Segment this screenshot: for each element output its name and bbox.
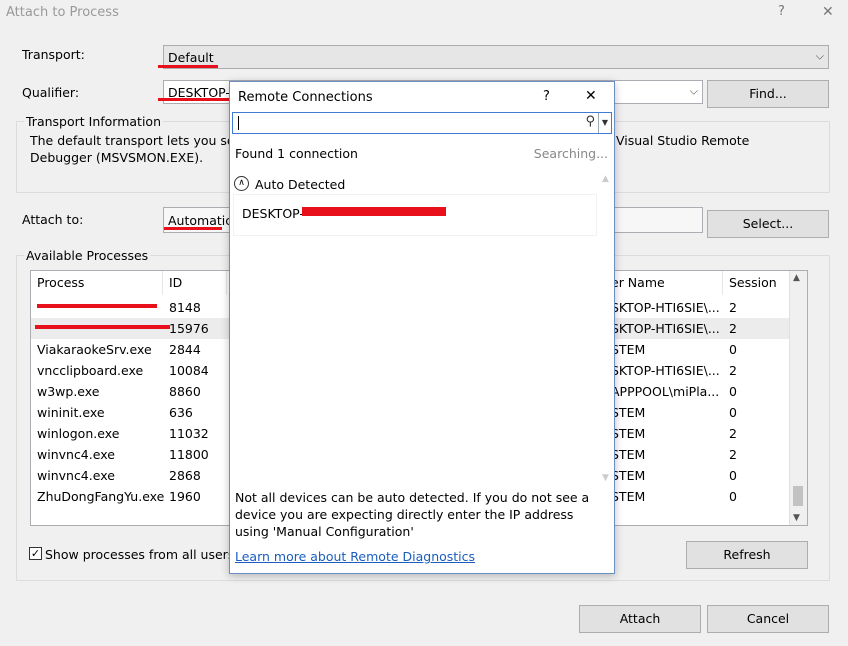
- process-user: STEM: [611, 405, 646, 420]
- scroll-thumb[interactable]: [793, 486, 803, 506]
- close-icon[interactable]: ✕: [822, 4, 834, 20]
- process-user: STEM: [611, 489, 646, 504]
- process-session: 0: [729, 489, 737, 504]
- select-button[interactable]: Select...: [707, 210, 829, 238]
- process-id: 8148: [169, 300, 201, 315]
- process-id: 11800: [169, 447, 209, 462]
- red-annotation: [302, 207, 446, 216]
- process-user: SKTOP-HTI6SIE\...: [611, 363, 720, 378]
- show-all-users-label[interactable]: Show processes from all users: [45, 547, 234, 562]
- process-session: 0: [729, 468, 737, 483]
- refresh-button[interactable]: Refresh: [686, 541, 808, 569]
- attach-to-value: Automatic:: [168, 212, 237, 228]
- process-session: 0: [729, 405, 737, 420]
- search-icon[interactable]: ⚲: [585, 114, 595, 129]
- connection-name: DESKTOP-: [242, 206, 304, 221]
- learn-more-link[interactable]: Learn more about Remote Diagnostics: [235, 549, 475, 564]
- process-id: 1960: [169, 489, 201, 504]
- process-id: 2868: [169, 468, 201, 483]
- close-icon[interactable]: ✕: [585, 88, 597, 104]
- process-name: ViakaraokeSrv.exe: [37, 342, 152, 357]
- scroll-up-icon[interactable]: ▲: [793, 273, 800, 283]
- process-session: 2: [729, 363, 737, 378]
- transport-select[interactable]: Default ⌵: [163, 45, 829, 69]
- red-annotation: [158, 65, 218, 68]
- column-header-session[interactable]: Session: [723, 271, 791, 295]
- column-header-id[interactable]: ID: [163, 271, 227, 295]
- process-name: wininit.exe: [37, 405, 105, 420]
- process-session: 0: [729, 342, 737, 357]
- red-annotation: [158, 98, 230, 101]
- scroll-down-icon[interactable]: ▼: [602, 473, 609, 483]
- scroll-up-icon[interactable]: ▲: [602, 174, 609, 184]
- red-annotation: [37, 304, 157, 308]
- find-button[interactable]: Find...: [707, 80, 829, 108]
- process-session: 2: [729, 426, 737, 441]
- process-session: 2: [729, 321, 737, 336]
- red-annotation: [35, 325, 170, 329]
- chevron-down-icon[interactable]: ▼: [598, 113, 611, 133]
- process-name: winvnc4.exe: [37, 468, 115, 483]
- collapse-group-icon[interactable]: ∧: [234, 176, 249, 191]
- process-name: winvnc4.exe: [37, 447, 115, 462]
- process-name: vncclipboard.exe: [37, 363, 144, 378]
- window-title: Attach to Process: [6, 5, 119, 20]
- chevron-down-icon: ⌵: [815, 49, 824, 63]
- group-header-auto-detected[interactable]: Auto Detected: [255, 177, 345, 192]
- transport-info-text-2: Debugger (MSVSMON.EXE).: [30, 150, 204, 165]
- process-name: w3wp.exe: [37, 384, 100, 399]
- process-user: STEM: [611, 426, 646, 441]
- red-annotation: [164, 227, 222, 230]
- process-user: STEM: [611, 447, 646, 462]
- transport-value: Default: [168, 49, 214, 65]
- column-header-user[interactable]: er Name: [609, 271, 723, 295]
- process-id: 10084: [169, 363, 209, 378]
- text-cursor: [238, 116, 239, 130]
- process-id: 2844: [169, 342, 201, 357]
- process-session: 2: [729, 447, 737, 462]
- list-item[interactable]: DESKTOP-: [234, 195, 596, 235]
- column-header-process[interactable]: Process: [31, 271, 163, 295]
- available-processes-heading: Available Processes: [24, 248, 151, 263]
- chevron-down-icon: ⌵: [689, 84, 698, 98]
- transport-label: Transport:: [22, 47, 85, 62]
- remote-dialog-title: Remote Connections: [238, 90, 373, 105]
- searching-status: Searching...: [533, 146, 608, 161]
- qualifier-label: Qualifier:: [22, 85, 80, 100]
- attach-to-label: Attach to:: [22, 212, 84, 227]
- scroll-down-icon[interactable]: ▼: [793, 513, 800, 523]
- process-id: 15976: [169, 321, 209, 336]
- process-user: STEM: [611, 468, 646, 483]
- process-session: 0: [729, 384, 737, 399]
- process-session: 2: [729, 300, 737, 315]
- process-id: 8860: [169, 384, 201, 399]
- auto-detect-note: Not all devices can be auto detected. If…: [235, 490, 590, 539]
- process-id: 636: [169, 405, 193, 420]
- process-name: winlogon.exe: [37, 426, 120, 441]
- process-user: SKTOP-HTI6SIE\...: [611, 321, 720, 336]
- process-name: ZhuDongFangYu.exe: [37, 489, 165, 504]
- show-all-users-checkbox[interactable]: ✓: [29, 547, 42, 560]
- help-icon[interactable]: ?: [778, 4, 785, 19]
- help-icon[interactable]: ?: [543, 89, 550, 104]
- process-id: 11032: [169, 426, 209, 441]
- process-list-scrollbar[interactable]: ▲ ▼: [789, 271, 807, 525]
- found-count: Found 1 connection: [235, 146, 358, 161]
- attach-button[interactable]: Attach: [579, 605, 701, 633]
- remote-search-box[interactable]: ⚲ ▼: [232, 112, 612, 134]
- process-user: APPPOOL\miPla...: [611, 384, 720, 399]
- process-user: SKTOP-HTI6SIE\...: [611, 300, 720, 315]
- cancel-button[interactable]: Cancel: [707, 605, 829, 633]
- transport-info-heading: Transport Information: [24, 114, 163, 129]
- remote-connections-dialog: Remote Connections ? ✕ ⚲ ▼ Found 1 conne…: [229, 81, 615, 574]
- transport-info-text-tail: Visual Studio Remote: [616, 133, 750, 148]
- transport-info-text: The default transport lets you sele: [30, 133, 246, 148]
- process-user: STEM: [611, 342, 646, 357]
